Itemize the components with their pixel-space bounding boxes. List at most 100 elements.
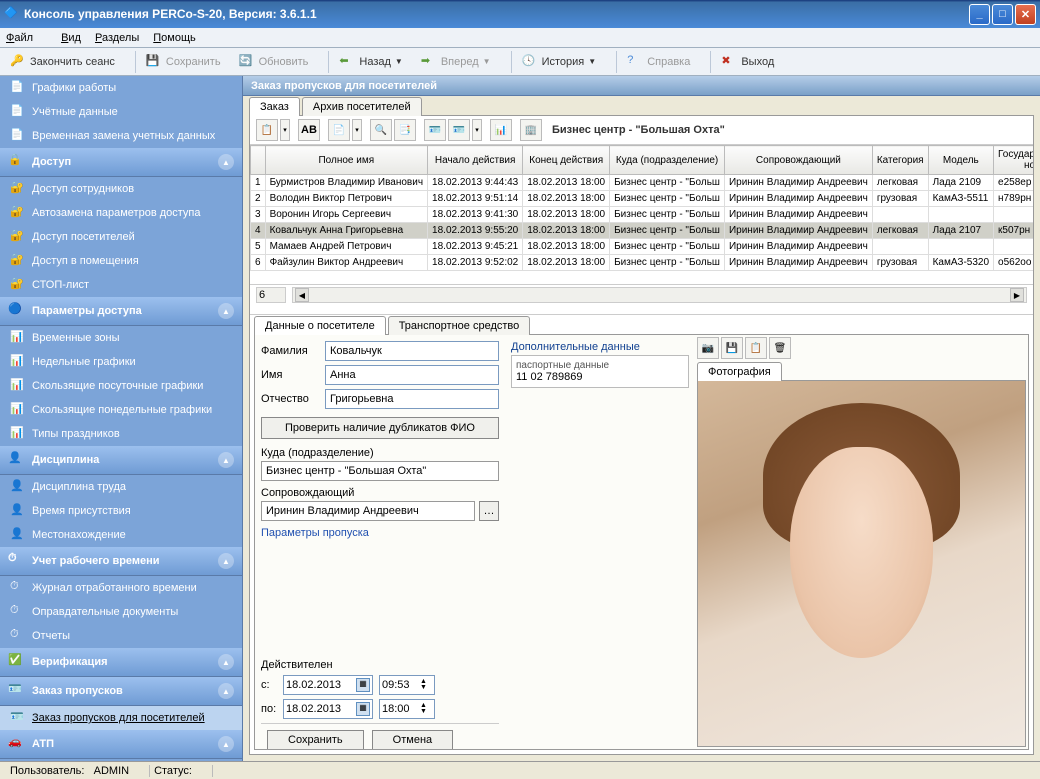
- tab-archive[interactable]: Архив посетителей: [302, 97, 422, 116]
- tool-btn-1[interactable]: 📋: [256, 119, 278, 141]
- sidebar-item[interactable]: 📊Скользящие понедельные графики: [0, 398, 242, 422]
- tab-photo[interactable]: Фотография: [697, 362, 782, 381]
- photo-tool-2[interactable]: 💾: [721, 337, 743, 359]
- sidebar-item[interactable]: ⏱Журнал отработанного времени: [0, 576, 242, 600]
- sidebar-category-discipline[interactable]: 👤Дисциплина▲: [0, 446, 242, 475]
- key-icon: 🔑: [10, 54, 26, 70]
- tool-btn-8[interactable]: 📊: [490, 119, 512, 141]
- sidebar-item[interactable]: ⏱Оправдательные документы: [0, 600, 242, 624]
- to-date-input[interactable]: 18.02.2013▦: [283, 699, 373, 719]
- forward-button[interactable]: ➡Вперед▼: [417, 52, 495, 72]
- sidebar-category-worktime[interactable]: ⏱Учет рабочего времени▲: [0, 547, 242, 576]
- sidebar-item[interactable]: 🔐Доступ сотрудников: [0, 177, 242, 201]
- sidebar-item[interactable]: 📄Временная замена учетных данных: [0, 124, 242, 148]
- photo-tool-3[interactable]: 📋: [745, 337, 767, 359]
- table-row[interactable]: 4Ковальчук Анна Григорьевна18.02.2013 9:…: [251, 223, 1034, 239]
- sidebar-item[interactable]: 🚗АТП: транспортные средства: [0, 759, 242, 761]
- column-header[interactable]: Государственный номер: [994, 146, 1033, 175]
- sidebar-item[interactable]: 📊Скользящие посуточные графики: [0, 374, 242, 398]
- table-row[interactable]: 5Мамаев Андрей Петрович18.02.2013 9:45:2…: [251, 239, 1034, 255]
- sidebar-item-order-passes[interactable]: 🪪Заказ пропусков для посетителей: [0, 706, 242, 730]
- sidebar-item[interactable]: 👤Время присутствия: [0, 499, 242, 523]
- sidebar-item[interactable]: 📊Временные зоны: [0, 326, 242, 350]
- window-titlebar: 🔷 Консоль управления PERCo-S-20, Версия:…: [0, 0, 1040, 28]
- table-row[interactable]: 2Володин Виктор Петрович18.02.2013 9:51:…: [251, 191, 1034, 207]
- tab-order[interactable]: Заказ: [249, 97, 300, 116]
- patronymic-input[interactable]: [325, 389, 499, 409]
- sidebar-item[interactable]: 📄Учётные данные: [0, 100, 242, 124]
- tool-btn-4[interactable]: 🔍: [370, 119, 392, 141]
- h-scrollbar[interactable]: ◀▶: [292, 287, 1027, 303]
- sidebar-item[interactable]: 👤Дисциплина труда: [0, 475, 242, 499]
- column-header[interactable]: Куда (подразделение): [610, 146, 725, 175]
- save-form-button[interactable]: Сохранить: [267, 730, 364, 750]
- tool-btn-9[interactable]: 🏢: [520, 119, 542, 141]
- column-header[interactable]: Категория: [872, 146, 928, 175]
- sidebar-item[interactable]: 📊Типы праздников: [0, 422, 242, 446]
- sidebar-item[interactable]: 🔐Доступ в помещения: [0, 249, 242, 273]
- grid-toolbar: 📋▾ AB 📄▾ 🔍 📑 🪪 🪪▾ 📊 🏢 Бизнес центр - "Бо…: [250, 116, 1033, 145]
- tool-btn-7[interactable]: 🪪: [448, 119, 470, 141]
- sidebar: 📄Графики работы📄Учётные данные📄Временная…: [0, 76, 243, 761]
- column-header[interactable]: Полное имя: [265, 146, 427, 175]
- sidebar-category-verification[interactable]: ✅Верификация▲: [0, 648, 242, 677]
- sidebar-item[interactable]: 📄Графики работы: [0, 76, 242, 100]
- tab-visitor-data[interactable]: Данные о посетителе: [254, 316, 386, 335]
- collapse-icon[interactable]: ▲: [218, 154, 234, 170]
- sidebar-category-passes[interactable]: 🪪Заказ пропусков▲: [0, 677, 242, 706]
- sidebar-item[interactable]: 🔐Автозамена параметров доступа: [0, 201, 242, 225]
- sidebar-item[interactable]: 👤Местонахождение: [0, 523, 242, 547]
- visitors-table[interactable]: Полное имяНачало действияКонец действияК…: [250, 145, 1033, 285]
- menu-file[interactable]: Файл: [6, 32, 47, 44]
- sidebar-category-atp[interactable]: 🚗АТП▲: [0, 730, 242, 759]
- tool-btn-6[interactable]: 🪪: [424, 119, 446, 141]
- tool-btn-2[interactable]: AB: [298, 119, 320, 141]
- table-row[interactable]: 3Воронин Игорь Сергеевич18.02.2013 9:41:…: [251, 207, 1034, 223]
- chart-icon: 📊: [10, 402, 26, 418]
- destination-field[interactable]: [261, 461, 499, 481]
- calendar-icon[interactable]: ▦: [356, 678, 370, 692]
- end-session-button[interactable]: 🔑Закончить сеанс: [6, 52, 119, 72]
- check-duplicates-button[interactable]: Проверить наличие дубликатов ФИО: [261, 417, 499, 439]
- photo-tool-1[interactable]: 📷: [697, 337, 719, 359]
- exit-icon: ✖: [721, 54, 737, 70]
- minimize-button[interactable]: _: [969, 4, 990, 25]
- escort-field[interactable]: [261, 501, 475, 521]
- from-time-input[interactable]: 09:53▲▼: [379, 675, 435, 695]
- pass-params-link[interactable]: Параметры пропуска: [261, 527, 369, 539]
- column-header[interactable]: Модель: [928, 146, 993, 175]
- table-row[interactable]: 1Бурмистров Владимир Иванович18.02.2013 …: [251, 175, 1034, 191]
- column-header[interactable]: [251, 146, 266, 175]
- sidebar-category-access[interactable]: 🔒Доступ▲: [0, 148, 242, 177]
- sidebar-item[interactable]: 📊Недельные графики: [0, 350, 242, 374]
- cancel-form-button[interactable]: Отмена: [372, 730, 453, 750]
- column-header[interactable]: Сопровождающий: [724, 146, 872, 175]
- menu-view[interactable]: Вид: [61, 32, 81, 44]
- exit-button[interactable]: ✖Выход: [717, 52, 778, 72]
- tab-vehicle[interactable]: Транспортное средство: [388, 316, 531, 335]
- to-time-input[interactable]: 18:00▲▼: [379, 699, 435, 719]
- table-row[interactable]: 6Файзулин Виктор Андреевич18.02.2013 9:5…: [251, 255, 1034, 271]
- back-button[interactable]: ⬅Назад▼: [335, 52, 406, 72]
- surname-input[interactable]: [325, 341, 499, 361]
- sidebar-item[interactable]: 🔐Доступ посетителей: [0, 225, 242, 249]
- sidebar-item[interactable]: ⏱Отчеты: [0, 624, 242, 648]
- tool-btn-5[interactable]: 📑: [394, 119, 416, 141]
- tool-btn-3[interactable]: 📄: [328, 119, 350, 141]
- person-icon: 👤: [10, 503, 26, 519]
- column-header[interactable]: Начало действия: [428, 146, 523, 175]
- history-icon: 🕓: [522, 54, 538, 70]
- from-date-input[interactable]: 18.02.2013▦: [283, 675, 373, 695]
- sidebar-category-params[interactable]: 🔵Параметры доступа▲: [0, 297, 242, 326]
- close-button[interactable]: ✕: [1015, 4, 1036, 25]
- name-input[interactable]: [325, 365, 499, 385]
- calendar-icon[interactable]: ▦: [356, 702, 370, 716]
- escort-browse-button[interactable]: …: [479, 501, 499, 521]
- menu-help[interactable]: Помощь: [153, 32, 196, 44]
- column-header[interactable]: Конец действия: [523, 146, 610, 175]
- photo-tool-4[interactable]: 🗑: [769, 337, 791, 359]
- history-button[interactable]: 🕓История▼: [518, 52, 601, 72]
- menu-sections[interactable]: Разделы: [95, 32, 139, 44]
- maximize-button[interactable]: □: [992, 4, 1013, 25]
- sidebar-item[interactable]: 🔐СТОП-лист: [0, 273, 242, 297]
